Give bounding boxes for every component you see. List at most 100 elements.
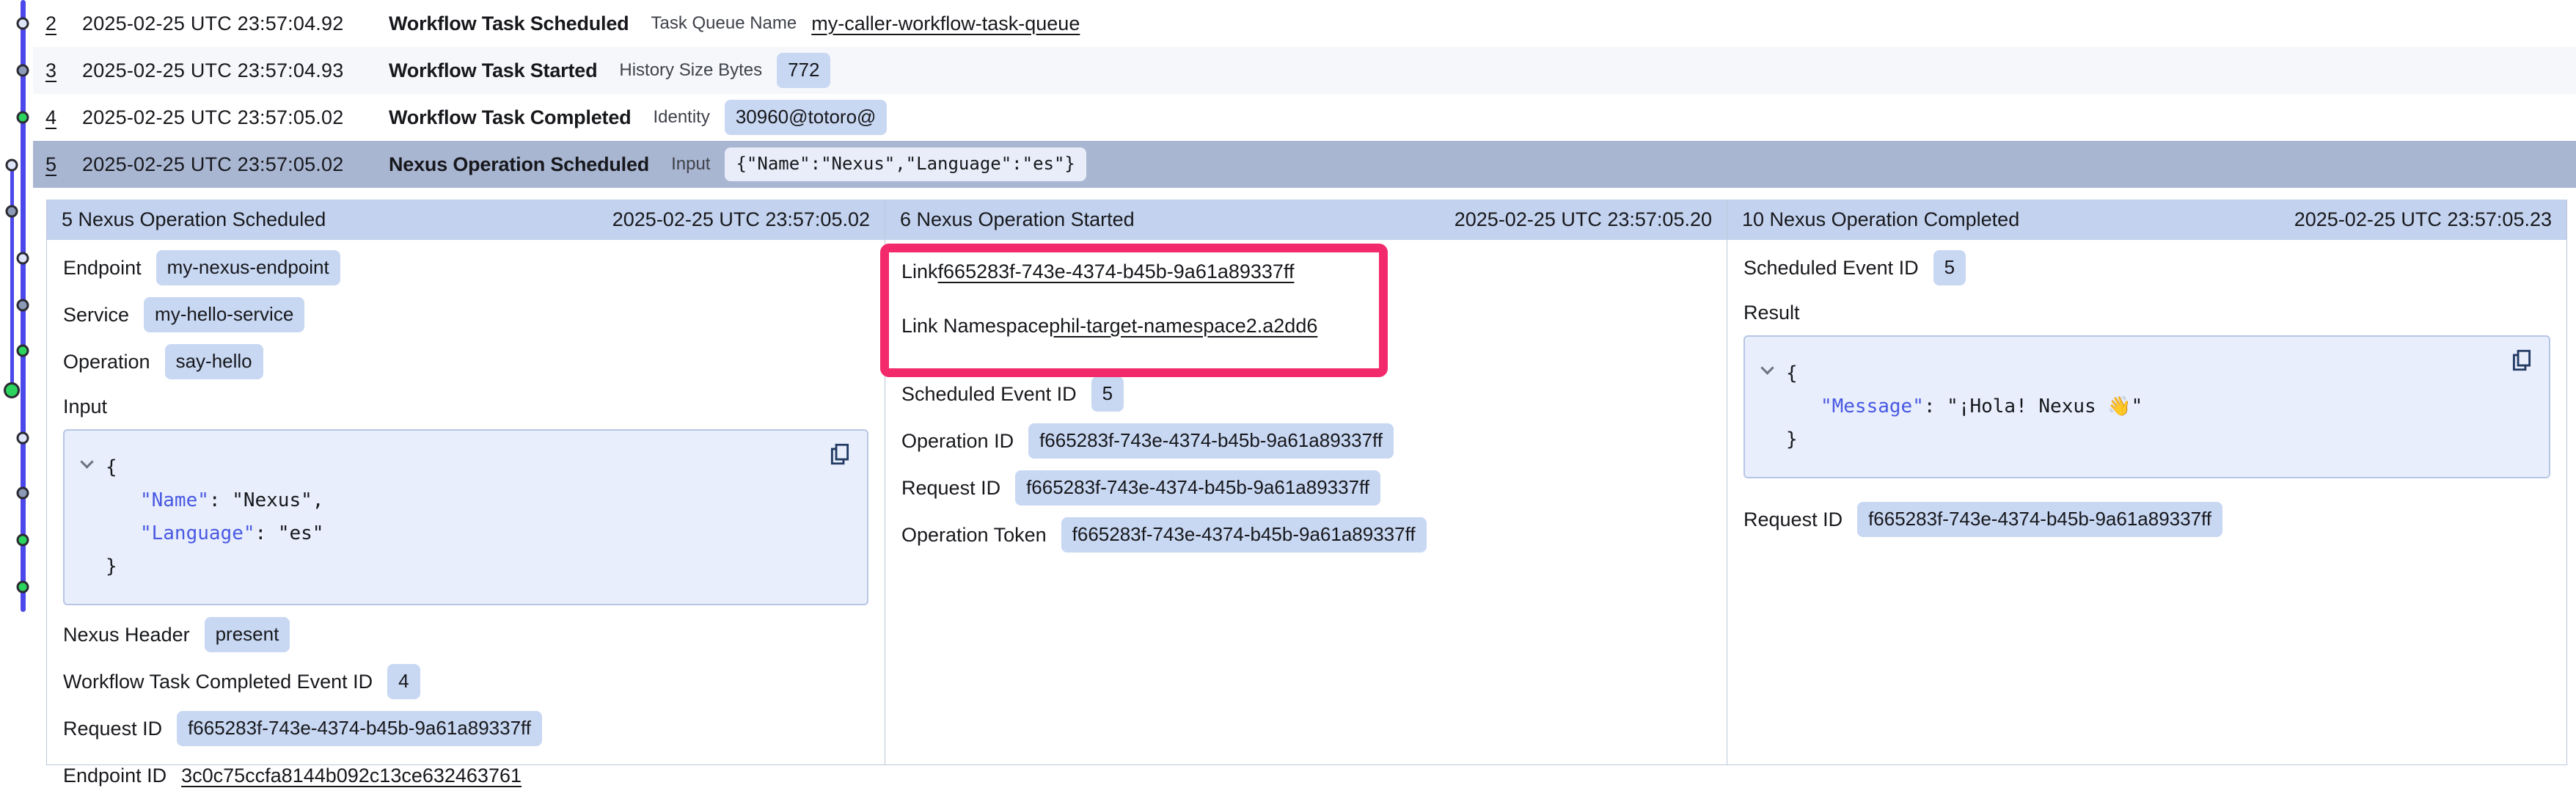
detail-row-endpoint: Endpoint my-nexus-endpoint (63, 244, 868, 291)
event-id-link[interactable]: 5 (45, 153, 56, 175)
event-id-link[interactable]: 3 (45, 59, 56, 81)
timeline-marker-running (6, 205, 18, 218)
chevron-down-icon[interactable] (1760, 361, 1774, 374)
operation-token-badge: f665283f-743e-4374-b45b-9a61a89337ff (1061, 517, 1427, 552)
event-attr-label: History Size Bytes (619, 60, 762, 81)
detail-label: Service (63, 304, 129, 326)
input-section-label: Input (63, 385, 868, 428)
service-badge: my-hello-service (144, 297, 304, 332)
panel-title: 6 Nexus Operation Started (900, 208, 1135, 231)
event-name: Nexus Operation Scheduled (389, 153, 649, 176)
panel-header: 10 Nexus Operation Completed 2025-02-25 … (1727, 200, 2566, 240)
identity-badge: 30960@totoro@ (725, 100, 888, 135)
panel-title: 10 Nexus Operation Completed (1742, 208, 2019, 231)
event-id-link[interactable]: 2 (45, 12, 56, 34)
event-row-5-selected[interactable]: 5 2025-02-25 UTC 23:57:05.02 Nexus Opera… (33, 141, 2576, 188)
event-row-3[interactable]: 3 2025-02-25 UTC 23:57:04.93 Workflow Ta… (33, 47, 2576, 94)
timeline-marker-none (17, 432, 29, 445)
event-attr-label: Task Queue Name (651, 13, 797, 34)
timeline-marker-running (17, 487, 29, 500)
scheduled-event-id-badge: 5 (1091, 376, 1124, 412)
event-name: Workflow Task Completed (389, 106, 631, 129)
event-time: 2025-02-25 UTC 23:57:04.93 (82, 59, 389, 82)
scheduled-event-id-badge: 5 (1933, 250, 1966, 285)
chevron-down-icon[interactable] (80, 455, 93, 468)
endpoint-id-link[interactable]: 3c0c75ccfa8144b092c13ce632463761 (181, 765, 522, 787)
detail-row-link: Link f665283f-743e-4374-b45b-9a61a89337f… (901, 244, 1710, 299)
copy-button[interactable] (2509, 347, 2534, 373)
task-queue-link[interactable]: my-caller-workflow-task-queue (811, 12, 1080, 35)
copy-button[interactable] (827, 441, 852, 467)
detail-row-operation: Operation say-hello (63, 338, 868, 385)
operation-id-badge: f665283f-743e-4374-b45b-9a61a89337ff (1028, 423, 1394, 459)
event-row-2[interactable]: 2 2025-02-25 UTC 23:57:04.92 Workflow Ta… (33, 0, 2576, 47)
panel-timestamp: 2025-02-25 UTC 23:57:05.02 (612, 208, 870, 231)
detail-row-link-namespace: Link Namespace phil-target-namespace2.a2… (901, 299, 1710, 353)
detail-row-request-id: Request ID f665283f-743e-4374-b45b-9a61a… (901, 464, 1710, 511)
detail-label: Endpoint ID (63, 765, 167, 787)
detail-label: Operation ID (901, 430, 1014, 453)
panel-nexus-operation-scheduled: 5 Nexus Operation Scheduled 2025-02-25 U… (47, 200, 885, 765)
event-attr-label: Identity (653, 107, 709, 128)
timeline-marker-success (17, 345, 29, 357)
detail-label: Scheduled Event ID (901, 383, 1077, 406)
detail-label: Operation (63, 351, 150, 373)
event-attr-label: Input (671, 154, 710, 175)
detail-label: Endpoint (63, 257, 142, 280)
detail-row-request-id: Request ID f665283f-743e-4374-b45b-9a61a… (63, 705, 868, 752)
copy-icon (2509, 347, 2534, 373)
detail-label: Link Namespace (901, 315, 1049, 338)
input-payload-badge: {"Name":"Nexus","Language":"es"} (725, 147, 1086, 181)
history-size-badge: 772 (777, 53, 830, 88)
link-workflow-link[interactable]: f665283f-743e-4374-b45b-9a61a89337ff (938, 260, 1295, 283)
panel-timestamp: 2025-02-25 UTC 23:57:05.23 (2294, 208, 2552, 231)
event-detail-panels: 5 Nexus Operation Scheduled 2025-02-25 U… (46, 200, 2567, 765)
panel-timestamp: 2025-02-25 UTC 23:57:05.20 (1455, 208, 1712, 231)
timeline-marker-none (17, 18, 29, 30)
timeline-marker-success (17, 581, 29, 594)
nexus-header-badge: present (205, 617, 290, 652)
result-section-label: Result (1743, 291, 2550, 334)
event-id-link[interactable]: 4 (45, 106, 56, 128)
panel-header: 5 Nexus Operation Scheduled 2025-02-25 U… (47, 200, 885, 240)
panel-title: 5 Nexus Operation Scheduled (62, 208, 326, 231)
panel-nexus-operation-started: 6 Nexus Operation Started 2025-02-25 UTC… (885, 200, 1727, 765)
request-id-badge: f665283f-743e-4374-b45b-9a61a89337ff (1857, 502, 2222, 537)
detail-label: Request ID (1743, 508, 1843, 531)
timeline-marker-success (17, 534, 29, 547)
timeline-marker-running (17, 299, 29, 312)
detail-row-wtc-event-id: Workflow Task Completed Event ID 4 (63, 658, 868, 705)
detail-row-scheduled-event-id: Scheduled Event ID 5 (1743, 244, 2550, 291)
timeline-marker-success (4, 382, 20, 398)
input-json-viewer: { "Name": "Nexus", "Language": "es" } (63, 429, 868, 605)
detail-row-endpoint-id: Endpoint ID 3c0c75ccfa8144b092c13ce63246… (63, 752, 868, 799)
detail-row-operation-token: Operation Token f665283f-743e-4374-b45b-… (901, 511, 1710, 558)
timeline-branch-line (10, 165, 14, 394)
detail-label: Link (901, 260, 938, 283)
event-time: 2025-02-25 UTC 23:57:05.02 (82, 153, 389, 176)
event-name: Workflow Task Scheduled (389, 12, 629, 35)
detail-label: Scheduled Event ID (1743, 257, 1919, 280)
event-row-4[interactable]: 4 2025-02-25 UTC 23:57:05.02 Workflow Ta… (33, 94, 2576, 141)
result-json-viewer: { "Message": "¡Hola! Nexus 👋" } (1743, 335, 2550, 478)
detail-row-operation-id: Operation ID f665283f-743e-4374-b45b-9a6… (901, 417, 1710, 464)
copy-icon (827, 441, 852, 467)
endpoint-badge: my-nexus-endpoint (156, 250, 340, 285)
event-name: Workflow Task Started (389, 59, 597, 82)
timeline-marker-none (6, 159, 18, 172)
request-id-badge: f665283f-743e-4374-b45b-9a61a89337ff (1015, 470, 1380, 506)
request-id-badge: f665283f-743e-4374-b45b-9a61a89337ff (177, 711, 542, 746)
event-time: 2025-02-25 UTC 23:57:05.02 (82, 106, 389, 129)
detail-row-request-id: Request ID f665283f-743e-4374-b45b-9a61a… (1743, 496, 2550, 543)
timeline-marker-none (17, 252, 29, 265)
detail-label: Request ID (63, 718, 162, 740)
detail-label: Nexus Header (63, 624, 190, 646)
detail-row-service: Service my-hello-service (63, 291, 868, 338)
timeline-marker-success (17, 112, 29, 124)
timeline-marker-running (17, 65, 29, 77)
detail-label: Operation Token (901, 524, 1047, 547)
operation-badge: say-hello (165, 344, 263, 379)
link-namespace-link[interactable]: phil-target-namespace2.a2dd6 (1049, 315, 1317, 338)
event-time: 2025-02-25 UTC 23:57:04.92 (82, 12, 389, 35)
detail-label: Workflow Task Completed Event ID (63, 671, 373, 693)
